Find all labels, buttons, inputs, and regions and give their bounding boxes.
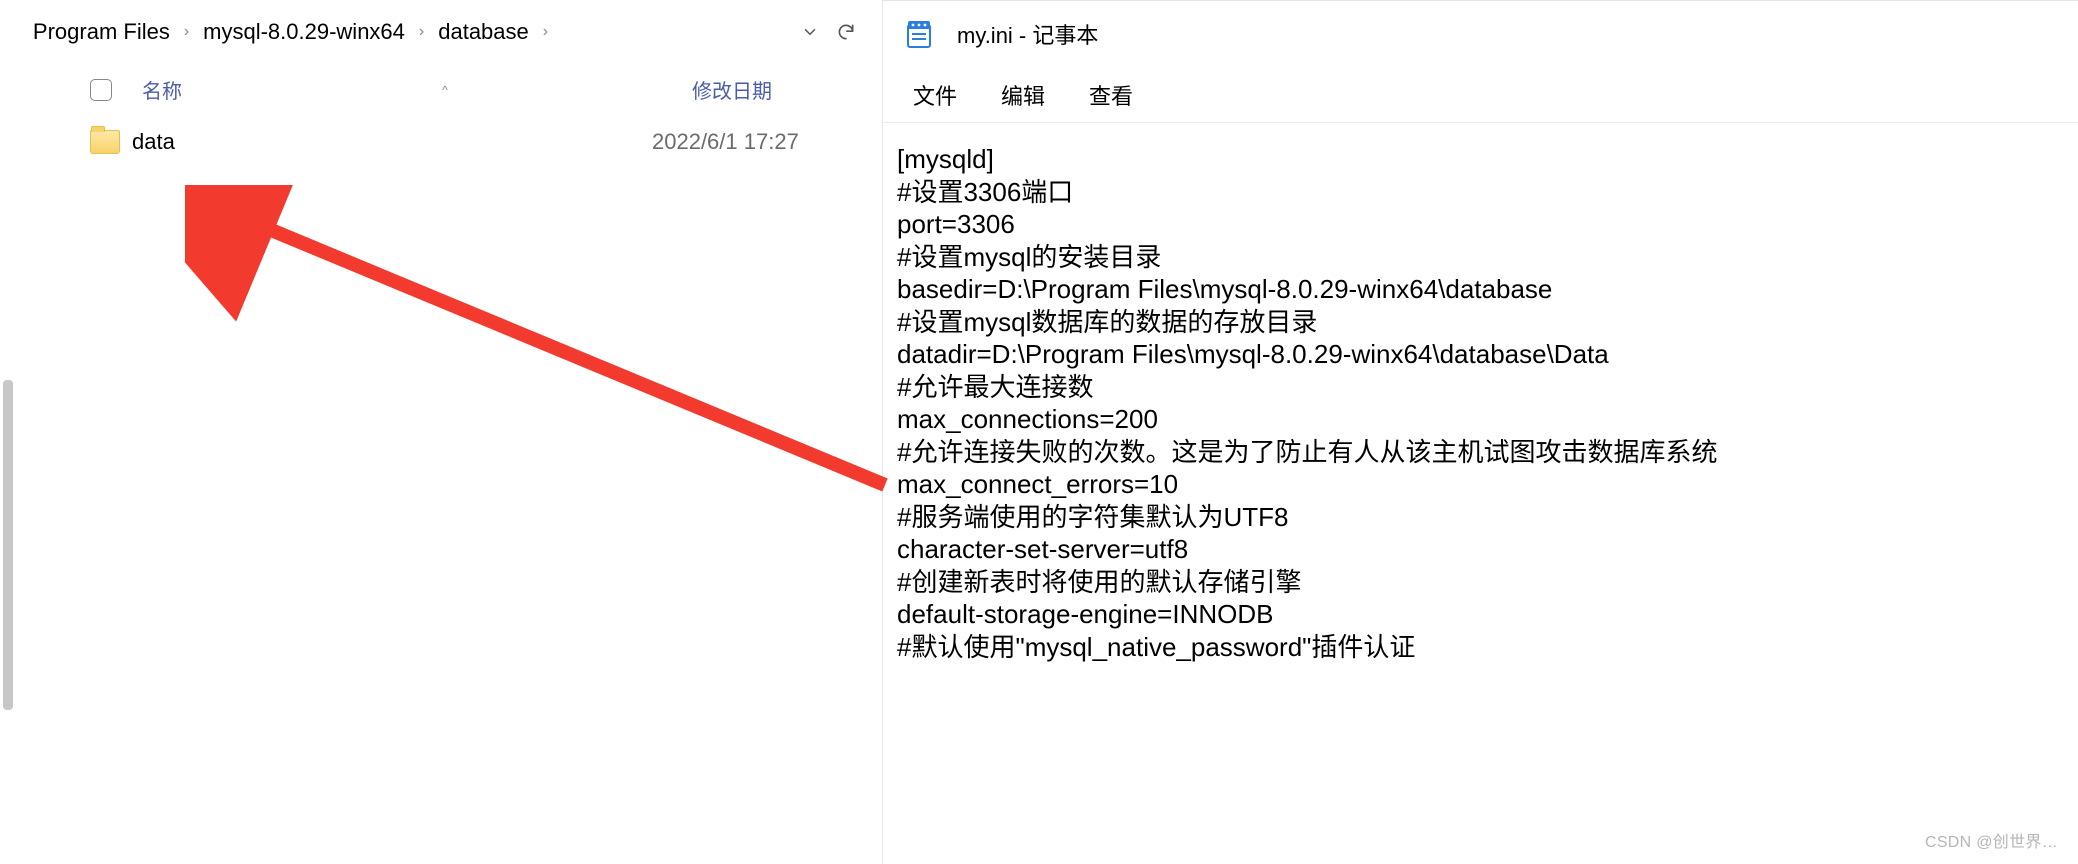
sort-indicator-icon: ^: [430, 83, 460, 97]
file-date: 2022/6/1 17:27: [652, 129, 799, 155]
menu-bar: 文件 编辑 查看: [883, 67, 2078, 123]
select-all-checkbox[interactable]: [90, 79, 112, 101]
file-name: data: [132, 129, 652, 155]
watermark: CSDN @创世界…: [1925, 828, 2058, 852]
window-title-bar: my.ini - 记事本: [883, 1, 2078, 67]
breadcrumb-segment-program-files[interactable]: Program Files: [23, 13, 180, 51]
history-dropdown-icon[interactable]: [792, 14, 828, 50]
file-list: data 2022/6/1 17:27: [0, 114, 882, 864]
menu-edit[interactable]: 编辑: [1001, 79, 1045, 111]
breadcrumb-segment-database[interactable]: database: [428, 13, 539, 51]
list-item[interactable]: data 2022/6/1 17:27: [90, 114, 882, 170]
text-area[interactable]: [mysqld] #设置3306端口 port=3306 #设置mysql的安装…: [883, 123, 2078, 864]
notepad-pane: my.ini - 记事本 文件 编辑 查看 [mysqld] #设置3306端口…: [882, 0, 2078, 864]
window-title: my.ini - 记事本: [957, 18, 1098, 50]
vertical-scrollbar[interactable]: [0, 0, 18, 864]
breadcrumb: « Program Files › mysql-8.0.29-winx64 › …: [0, 0, 882, 64]
column-headers: 名称 ^ 修改日期: [0, 64, 882, 114]
breadcrumb-segment-mysql[interactable]: mysql-8.0.29-winx64: [193, 13, 415, 51]
refresh-icon[interactable]: [828, 14, 864, 50]
chevron-right-icon: ›: [180, 23, 193, 41]
column-header-name[interactable]: 名称: [142, 75, 430, 104]
menu-file[interactable]: 文件: [913, 79, 957, 111]
chevron-right-icon: ›: [539, 23, 552, 41]
file-explorer-pane: « Program Files › mysql-8.0.29-winx64 › …: [0, 0, 882, 864]
folder-icon: [90, 130, 120, 154]
chevron-right-icon: ›: [415, 23, 428, 41]
column-header-date[interactable]: 修改日期: [460, 75, 882, 104]
notepad-icon: [903, 18, 935, 50]
scrollbar-thumb[interactable]: [3, 380, 13, 710]
menu-view[interactable]: 查看: [1089, 79, 1133, 111]
